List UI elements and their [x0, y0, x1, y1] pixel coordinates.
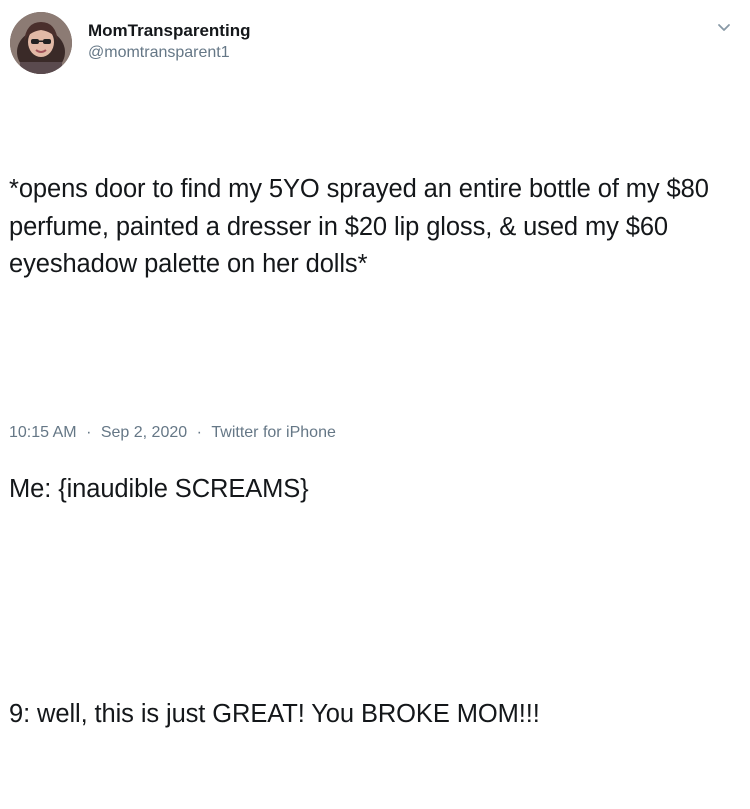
display-name[interactable]: MomTransparenting [88, 20, 250, 42]
meta-separator: · [196, 424, 202, 441]
user-handle[interactable]: @momtransparent1 [88, 42, 250, 64]
tweet-paragraph: Me: {inaudible SCREAMS} [9, 475, 309, 503]
meta-separator: · [86, 424, 92, 441]
chevron-down-icon[interactable] [714, 18, 734, 38]
tweet-time[interactable]: 10:15 AM [9, 424, 77, 442]
avatar-image [10, 12, 72, 74]
tweet-paragraph: 9: well, this is just GREAT! You BROKE M… [9, 700, 540, 728]
author-block: MomTransparenting @momtransparent1 [88, 20, 250, 64]
avatar[interactable] [10, 12, 72, 74]
tweet-card: MomTransparenting @momtransparent1 *open… [0, 0, 750, 728]
tweet-paragraph: *opens door to find my 5YO sprayed an en… [9, 175, 716, 278]
tweet-metadata: 10:15 AM · Sep 2, 2020 · Twitter for iPh… [9, 424, 336, 442]
tweet-text: *opens door to find my 5YO sprayed an en… [9, 96, 729, 809]
tweet-source[interactable]: Twitter for iPhone [211, 424, 336, 442]
tweet-date[interactable]: Sep 2, 2020 [101, 424, 187, 442]
